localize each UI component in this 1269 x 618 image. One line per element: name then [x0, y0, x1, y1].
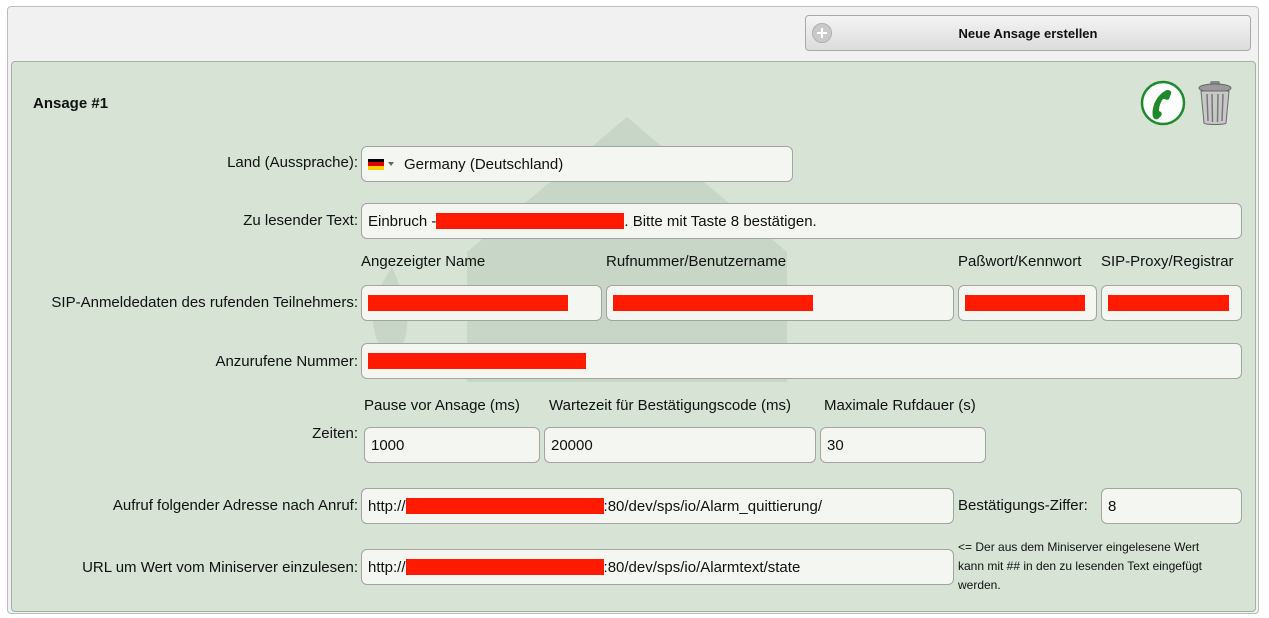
confirm-digit-input[interactable]: 8: [1101, 488, 1242, 524]
sip-display-name-header: Angezeigter Name: [361, 253, 486, 270]
max-duration-value: 30: [827, 436, 844, 454]
wait-header: Wartezeit für Bestätigungscode (ms): [549, 397, 792, 414]
pause-input[interactable]: 1000: [364, 427, 540, 463]
phone-icon[interactable]: [1140, 80, 1186, 126]
trash-icon[interactable]: [1197, 80, 1233, 126]
country-select[interactable]: Germany (Deutschland): [361, 146, 793, 182]
redaction-bar: [368, 295, 568, 311]
confirm-digit-value: 8: [1108, 497, 1117, 515]
miniserver-note-line: werden.: [958, 578, 1001, 592]
text-prefix: Einbruch -: [368, 212, 437, 230]
sip-password-input[interactable]: [958, 285, 1097, 321]
sip-display-name-input[interactable]: [361, 285, 602, 321]
germany-flag-icon: [368, 158, 384, 170]
redaction-bar: [965, 295, 1085, 311]
miniserver-label: URL um Wert vom Miniserver einzulesen:: [82, 559, 358, 576]
callback-url-input[interactable]: http:// :80/dev/sps/io/Alarm_quittierung…: [361, 488, 954, 524]
country-value: Germany (Deutschland): [404, 155, 564, 173]
miniserver-url-input[interactable]: http:// :80/dev/sps/io/Alarmtext/state: [361, 549, 954, 585]
sip-password-header: Paßwort/Kennwort: [958, 253, 1082, 270]
number-input[interactable]: [361, 343, 1242, 379]
pause-header: Pause vor Ansage (ms): [364, 397, 520, 414]
sip-number-input[interactable]: [606, 285, 954, 321]
redaction-bar: [436, 213, 625, 229]
callback-prefix: http://: [368, 497, 406, 515]
miniserver-note: <= Der aus dem Miniserver eingelesene We…: [958, 538, 1248, 595]
country-label: Land (Aussprache):: [227, 154, 358, 171]
wait-value: 20000: [551, 436, 593, 454]
redaction-bar: [368, 353, 586, 369]
chevron-down-icon: [388, 162, 394, 166]
max-duration-input[interactable]: 30: [820, 427, 986, 463]
leaf-watermark-icon: [373, 117, 787, 382]
miniserver-note-line: <= Der aus dem Miniserver eingelesene We…: [958, 540, 1200, 554]
text-input[interactable]: Einbruch - . Bitte mit Taste 8 bestätige…: [361, 203, 1242, 239]
number-label: Anzurufene Nummer:: [215, 353, 358, 370]
new-announcement-label: Neue Ansage erstellen: [958, 25, 1098, 41]
miniserver-note-line: kann mit ## in den zu lesenden Text eing…: [958, 559, 1202, 573]
announcement-panel: [11, 61, 1256, 612]
redaction-bar: [405, 559, 604, 575]
pause-value: 1000: [371, 436, 405, 454]
confirm-digit-label: Bestätigungs-Ziffer:: [958, 497, 1088, 514]
miniserver-prefix: http://: [368, 558, 406, 576]
text-label: Zu lesender Text:: [243, 212, 358, 229]
miniserver-suffix: :80/dev/sps/io/Alarmtext/state: [603, 558, 801, 576]
redaction-bar: [405, 498, 604, 514]
callback-suffix: :80/dev/sps/io/Alarm_quittierung/: [603, 497, 822, 515]
wait-input[interactable]: 20000: [544, 427, 816, 463]
redaction-bar: [613, 295, 813, 311]
redaction-bar: [1108, 295, 1229, 311]
new-announcement-button[interactable]: Neue Ansage erstellen: [805, 15, 1251, 51]
callback-label: Aufruf folgender Adresse nach Anruf:: [112, 497, 358, 514]
sip-label: SIP-Anmeldedaten des rufenden Teilnehmer…: [51, 294, 358, 311]
text-suffix: . Bitte mit Taste 8 bestätigen.: [624, 212, 817, 230]
max-duration-header: Maximale Rufdauer (s): [824, 397, 976, 414]
sip-proxy-input[interactable]: [1101, 285, 1242, 321]
sip-number-header: Rufnummer/Benutzername: [606, 253, 787, 270]
country-flag-dropdown[interactable]: [368, 158, 394, 170]
sip-proxy-header: SIP-Proxy/Registrar: [1101, 253, 1234, 270]
times-label: Zeiten:: [312, 425, 358, 442]
announcement-title: Ansage #1: [33, 95, 109, 112]
plus-circle-icon: [812, 23, 832, 43]
